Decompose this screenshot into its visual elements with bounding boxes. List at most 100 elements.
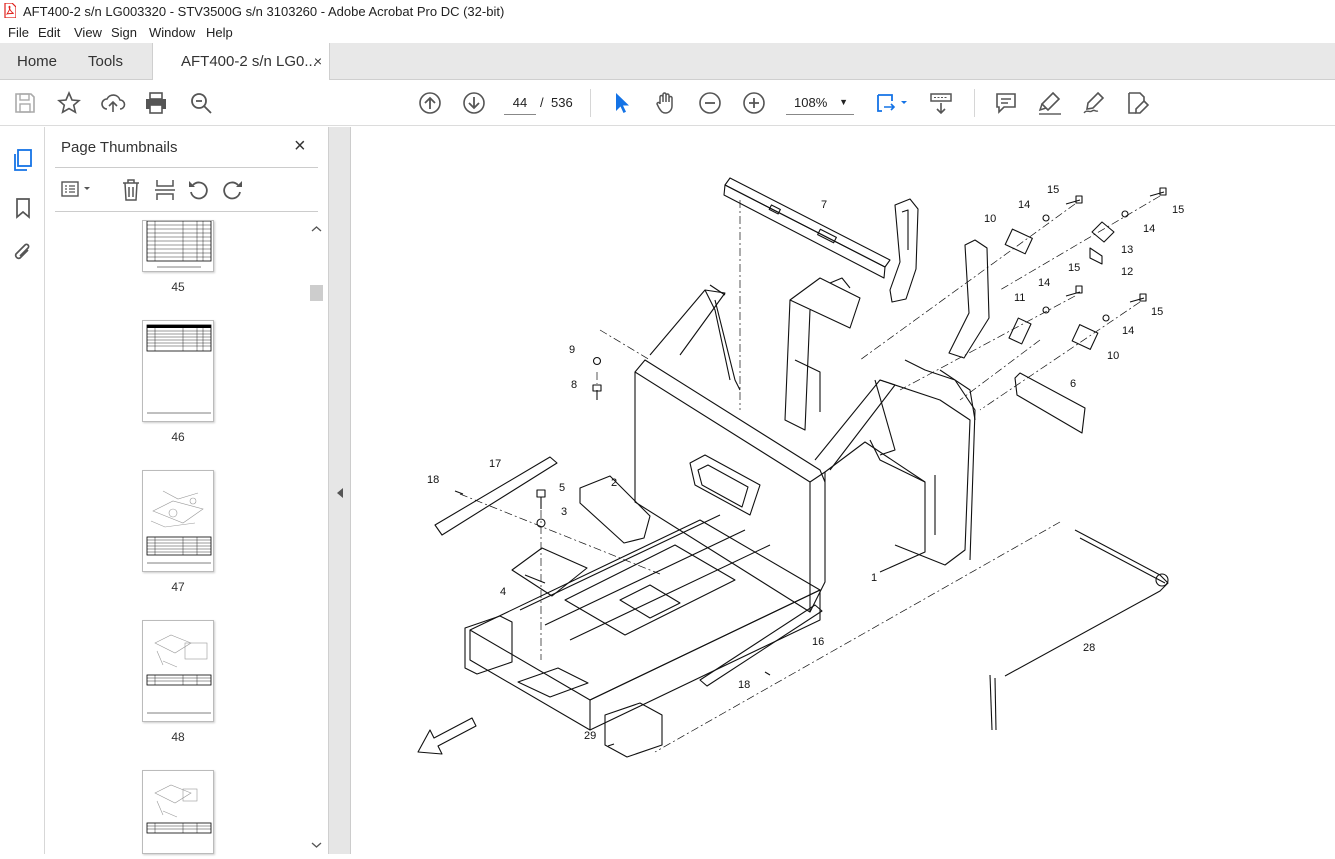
rotate-left-icon[interactable] xyxy=(186,177,210,203)
page-total: 536 xyxy=(551,95,573,110)
thumbnail-options-icon[interactable] xyxy=(60,177,96,203)
callout-15: 15 xyxy=(1068,262,1080,274)
search-zoom-icon[interactable] xyxy=(188,90,214,116)
callout-10: 10 xyxy=(984,213,996,225)
menu-sign[interactable]: Sign xyxy=(111,25,137,40)
acrobat-logo-icon xyxy=(4,3,16,18)
attachments-icon[interactable] xyxy=(12,241,34,265)
thumbnail-label: 47 xyxy=(171,580,185,594)
menu-file[interactable]: File xyxy=(8,25,29,40)
page-separator: / xyxy=(540,95,544,110)
callout-17: 17 xyxy=(489,458,501,470)
panel-divider xyxy=(55,167,318,168)
zoom-in-icon[interactable] xyxy=(741,90,767,116)
callout-14: 14 xyxy=(1038,277,1050,289)
thumbnails-scrollbar[interactable] xyxy=(308,220,325,854)
hand-icon[interactable] xyxy=(653,90,679,116)
callout-10: 10 xyxy=(1107,350,1119,362)
thumbnail-page-46[interactable] xyxy=(142,320,214,422)
callout-9: 9 xyxy=(569,344,575,356)
zoom-out-icon[interactable] xyxy=(697,90,723,116)
callout-4: 4 xyxy=(500,586,506,598)
menu-edit[interactable]: Edit xyxy=(38,25,60,40)
parts-diagram: 1 2 3 4 5 6 7 8 9 10 10 11 12 13 14 14 1… xyxy=(417,177,1184,758)
callout-18: 18 xyxy=(427,474,439,486)
scroll-down-icon xyxy=(311,842,322,848)
rotate-right-icon[interactable] xyxy=(221,177,245,203)
fit-page-icon[interactable] xyxy=(874,90,910,116)
window-title: AFT400-2 s/n LG003320 - STV3500G s/n 310… xyxy=(23,4,505,19)
menu-view[interactable]: View xyxy=(74,25,102,40)
bookmark-star-icon[interactable] xyxy=(56,90,82,116)
callout-6: 6 xyxy=(1070,378,1076,390)
select-arrow-icon[interactable] xyxy=(608,90,634,116)
callout-3: 3 xyxy=(561,506,567,518)
thumbnail-page-45[interactable] xyxy=(142,220,214,272)
callout-13: 13 xyxy=(1121,244,1133,256)
callout-1: 1 xyxy=(871,572,877,584)
callout-14: 14 xyxy=(1143,223,1155,235)
thumbnail-label: 45 xyxy=(171,280,185,294)
callout-28: 28 xyxy=(1083,642,1095,654)
menu-window[interactable]: Window xyxy=(149,25,195,40)
panel-close-icon[interactable]: × xyxy=(294,135,306,158)
sign-icon[interactable] xyxy=(1081,90,1107,116)
tab-bar: Home Tools AFT400-2 s/n LG0... × xyxy=(0,43,1335,80)
thumbnail-label: 46 xyxy=(171,430,185,444)
insert-page-icon[interactable] xyxy=(153,177,177,203)
menu-help[interactable]: Help xyxy=(206,25,233,40)
thumbnail-page-48[interactable] xyxy=(142,620,214,722)
tab-tools[interactable]: Tools xyxy=(88,43,123,80)
page-number-input[interactable]: 44 xyxy=(504,90,536,115)
page-thumbnails-icon[interactable] xyxy=(12,148,34,172)
callout-15: 15 xyxy=(1047,184,1059,196)
callout-15: 15 xyxy=(1151,306,1163,318)
tab-close-icon[interactable]: × xyxy=(314,43,322,80)
callout-8: 8 xyxy=(571,379,577,391)
toolbar: 44 / 536 108% ▼ xyxy=(0,80,1335,126)
scroll-up-icon xyxy=(311,226,322,232)
callout-14: 14 xyxy=(1122,325,1134,337)
panel-collapse-strip[interactable] xyxy=(329,127,351,854)
tab-home[interactable]: Home xyxy=(17,43,57,80)
prev-page-icon[interactable] xyxy=(417,90,443,116)
callout-18: 18 xyxy=(738,679,750,691)
scrollbar-thumb xyxy=(310,285,323,301)
callout-14: 14 xyxy=(1018,199,1030,211)
callout-12: 12 xyxy=(1121,266,1133,278)
upload-icon[interactable] xyxy=(100,90,126,116)
toolbar-divider xyxy=(974,89,975,117)
save-icon[interactable] xyxy=(12,90,38,116)
trash-icon[interactable] xyxy=(119,177,143,203)
callout-2: 2 xyxy=(611,477,617,489)
collapse-arrow-icon[interactable] xyxy=(336,487,344,499)
thumbnail-page-47[interactable] xyxy=(142,470,214,572)
callout-16: 16 xyxy=(812,636,824,648)
panel-divider xyxy=(55,211,318,212)
title-bar: AFT400-2 s/n LG003320 - STV3500G s/n 310… xyxy=(0,0,1335,22)
highlight-icon[interactable] xyxy=(1037,90,1063,116)
thumbnail-label: 48 xyxy=(171,730,185,744)
callout-7: 7 xyxy=(821,199,827,211)
scroll-mode-icon[interactable] xyxy=(928,90,954,116)
comment-icon[interactable] xyxy=(993,90,1019,116)
panel-title: Page Thumbnails xyxy=(61,139,178,156)
callout-5: 5 xyxy=(559,482,565,494)
tab-document-label: AFT400-2 s/n LG0... xyxy=(181,53,317,70)
tab-document[interactable]: AFT400-2 s/n LG0... × xyxy=(152,43,330,80)
toolbar-divider xyxy=(590,89,591,117)
thumbnail-page-49[interactable] xyxy=(142,770,214,854)
chevron-down-icon: ▼ xyxy=(839,97,848,107)
next-page-icon[interactable] xyxy=(461,90,487,116)
document-page[interactable]: 1 2 3 4 5 6 7 8 9 10 10 11 12 13 14 14 1… xyxy=(351,127,1335,854)
page-thumbnails-panel: Page Thumbnails × 45 46 47 48 xyxy=(45,127,329,854)
callout-15: 15 xyxy=(1172,204,1184,216)
edit-pdf-icon[interactable] xyxy=(1124,90,1150,116)
zoom-select[interactable]: 108% ▼ xyxy=(786,90,854,115)
zoom-value: 108% xyxy=(794,95,828,110)
left-rail xyxy=(0,127,45,854)
print-icon[interactable] xyxy=(143,90,169,116)
menu-bar: File Edit View Sign Window Help xyxy=(0,22,1335,43)
callout-11: 11 xyxy=(1014,292,1025,304)
bookmarks-icon[interactable] xyxy=(14,197,32,219)
